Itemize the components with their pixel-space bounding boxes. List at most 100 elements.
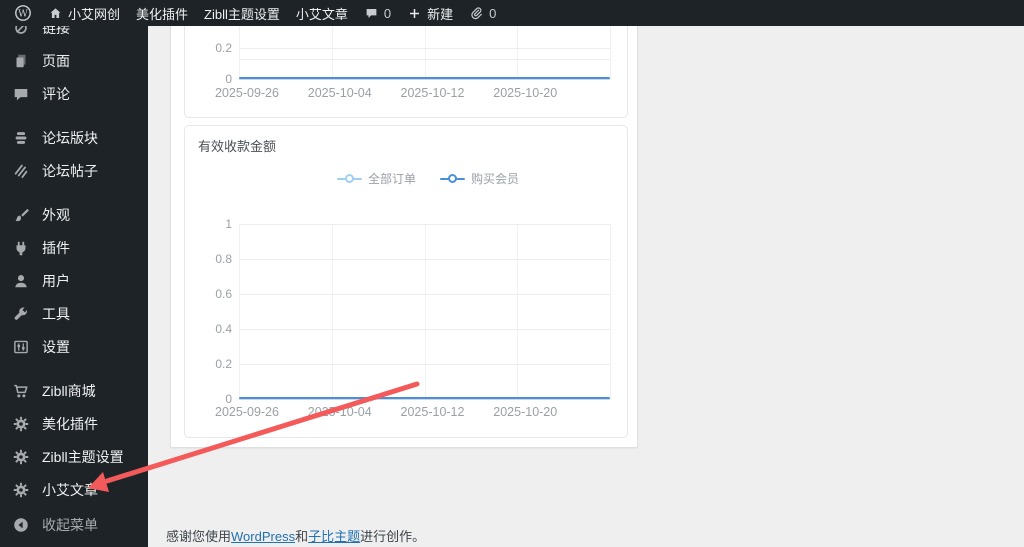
chart-title: 有效收款金额 xyxy=(198,139,277,154)
admin-bar-zibll-theme-settings[interactable]: Zibll主题设置 xyxy=(196,0,288,26)
gear-icon xyxy=(11,414,31,434)
wrench-icon xyxy=(11,304,31,324)
wordpress-link[interactable]: WordPress xyxy=(231,529,295,544)
chart-legend: 全部订单 购买会员 xyxy=(336,170,519,187)
chart-vertical-gridline xyxy=(610,26,611,79)
chart-vertical-gridline xyxy=(239,224,240,399)
legend-label: 全部订单 xyxy=(367,172,416,186)
home-icon xyxy=(48,6,63,21)
y-tick-label: 0.8 xyxy=(215,252,232,266)
comments-icon xyxy=(11,84,31,104)
wordpress-logo-icon: W xyxy=(14,4,32,22)
legend-item-全部订单[interactable]: 全部订单 xyxy=(336,170,416,187)
comments-count: 0 xyxy=(383,5,392,21)
chart-vertical-gridline xyxy=(424,224,426,399)
chart-horizontal-gridline xyxy=(239,59,610,60)
sidebar-item-label: 评论 xyxy=(42,85,70,102)
chart-x-axis-line xyxy=(239,79,610,80)
brush-icon xyxy=(11,205,31,225)
chart-vertical-gridline xyxy=(610,224,611,399)
chart-horizontal-gridline xyxy=(239,364,610,365)
chart-vertical-gridline xyxy=(424,26,426,79)
y-tick-label: 0.6 xyxy=(215,287,232,301)
sidebar-item-zibll-theme-settings[interactable]: Zibll主题设置 xyxy=(0,440,148,473)
data-line-at-zero xyxy=(239,77,610,79)
sidebar-item-beautify-plugin[interactable]: 美化插件 xyxy=(0,407,148,440)
sidebar-item-label: 小艾文章 xyxy=(42,481,98,498)
sidebar-item-tools[interactable]: 工具 xyxy=(0,297,148,330)
sidebar-item-topics[interactable]: 论坛帖子 xyxy=(0,154,148,187)
links-count: 0 xyxy=(489,5,497,21)
sliders-icon xyxy=(11,337,31,357)
chart-horizontal-gridline xyxy=(239,224,610,225)
sidebar-item-settings[interactable]: 设置 xyxy=(0,330,148,363)
admin-bar-new-content[interactable]: 新建 xyxy=(399,0,461,26)
plug-icon xyxy=(11,238,31,258)
collapse-icon xyxy=(11,515,31,535)
sidebar-item-forums[interactable]: 论坛版块 xyxy=(0,121,148,154)
admin-sidebar: 链接 页面 评论 论坛版块 论坛帖子 外观 插件 用户 工具 设置 Zibll商城 美化插件 Zibll… xyxy=(0,0,148,547)
x-tick-label: 2025-09-26 xyxy=(215,405,279,419)
x-tick-label: 2025-09-26 xyxy=(215,86,279,100)
sidebar-separator xyxy=(0,363,148,374)
x-tick-label: 2025-10-04 xyxy=(307,405,372,419)
legend-marker-icon xyxy=(336,174,362,183)
y-tick-label: 0.2 xyxy=(215,357,232,371)
sidebar-item-users[interactable]: 用户 xyxy=(0,264,148,297)
chart-horizontal-gridline xyxy=(239,329,610,330)
sidebar-item-label: 工具 xyxy=(42,305,70,322)
admin-bar-wordpress-menu[interactable]: W xyxy=(6,0,40,26)
paperclip-icon xyxy=(469,6,484,21)
chart-vertical-gridline xyxy=(331,224,333,399)
legend-item-购买会员[interactable]: 购买会员 xyxy=(440,170,519,187)
sidebar-item-label: Zibll主题设置 xyxy=(42,448,124,465)
x-tick-label: 2025-10-04 xyxy=(307,86,372,100)
zibll-theme-link[interactable]: 子比主题 xyxy=(308,529,360,544)
sidebar-item-label: 插件 xyxy=(42,239,70,256)
gear-icon xyxy=(11,480,31,500)
admin-bar-comments[interactable]: 0 xyxy=(356,0,399,26)
y-tick-label: 0 xyxy=(225,72,232,86)
comment-bubble-icon xyxy=(364,6,379,21)
sidebar-item-plugins[interactable]: 插件 xyxy=(0,231,148,264)
footer-text: 和 xyxy=(295,529,309,544)
x-tick-label: 2025-10-12 xyxy=(400,405,465,419)
admin-bar-links-badge[interactable]: 0 xyxy=(461,0,504,26)
sidebar-item-appearance[interactable]: 外观 xyxy=(0,198,148,231)
legend-circle xyxy=(344,174,354,183)
admin-bar-xiaoai-article[interactable]: 小艾文章 xyxy=(288,0,356,26)
x-tick-label: 2025-10-20 xyxy=(493,86,558,100)
pages-icon xyxy=(11,51,31,71)
sidebar-item-pages[interactable]: 页面 xyxy=(0,44,148,77)
chart-x-axis-line xyxy=(239,399,610,400)
sidebar-item-comments[interactable]: 评论 xyxy=(0,77,148,110)
sidebar-item-zibll-shop[interactable]: Zibll商城 xyxy=(0,374,148,407)
admin-footer-text: 感谢您使用WordPress和子比主题进行创作。 xyxy=(166,526,425,545)
cart-icon xyxy=(11,381,31,401)
sidebar-item-label: 页面 xyxy=(42,52,70,69)
sidebar-item-label: 设置 xyxy=(42,338,70,355)
legend-marker-icon xyxy=(440,174,465,183)
sidebar-collapse-menu[interactable]: 收起菜单 xyxy=(0,508,148,541)
admin-bar-site-label: 小艾网创 xyxy=(68,6,121,22)
footer-text: 进行创作。 xyxy=(360,529,426,544)
data-line-at-zero xyxy=(239,397,610,399)
sidebar-item-label: 用户 xyxy=(42,272,70,289)
dashboard-widget-panel: 0.2 0 2025-09-26 2025-10-04 2025-10-12 2025-1… xyxy=(170,26,638,448)
legend-circle xyxy=(448,174,457,183)
plus-icon xyxy=(407,6,422,21)
legend-label: 购买会员 xyxy=(471,172,520,186)
user-icon xyxy=(11,271,31,291)
sidebar-item-label: 收起菜单 xyxy=(42,516,98,533)
y-tick-label: 1 xyxy=(225,217,232,231)
sidebar-item-xiaoai-article[interactable]: 小艾文章 xyxy=(0,473,148,506)
chart-vertical-gridline xyxy=(331,26,333,79)
sidebar-separator xyxy=(0,187,148,198)
orders-count-chart-card: 0.2 0 2025-09-26 2025-10-04 2025-10-12 2025-1… xyxy=(184,26,628,118)
admin-bar-site-name[interactable]: 小艾网创 xyxy=(40,0,128,26)
admin-bar: W 小艾网创 美化插件 Zibll主题设置 小艾文章 0 新建 0 xyxy=(0,0,1024,26)
admin-bar-beautify-plugin[interactable]: 美化插件 xyxy=(128,0,196,26)
sidebar-item-label: 论坛帖子 xyxy=(42,162,98,179)
x-tick-label: 2025-10-20 xyxy=(493,405,558,419)
chart-vertical-gridline xyxy=(517,224,519,399)
